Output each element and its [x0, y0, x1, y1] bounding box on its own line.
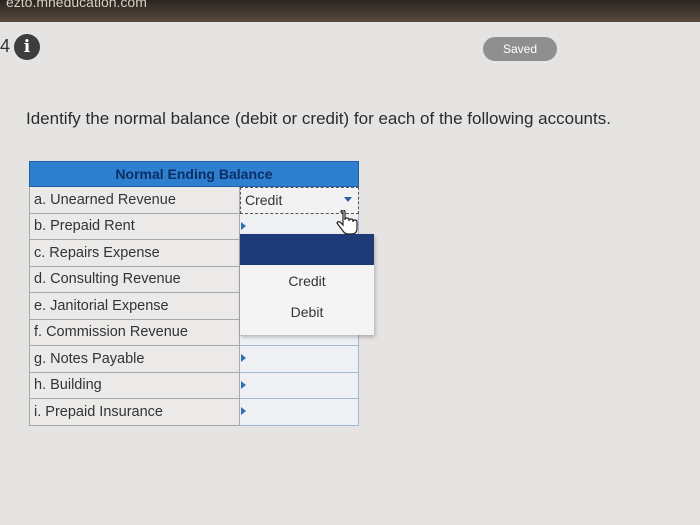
- saved-status-badge: Saved: [483, 37, 557, 61]
- question-instruction: Identify the normal balance (debit or cr…: [26, 109, 611, 128]
- select-arrow-icon: [241, 407, 246, 415]
- account-label: b. Prepaid Rent: [29, 213, 240, 240]
- hand-cursor-icon: [336, 210, 358, 235]
- balance-select-h[interactable]: [240, 372, 359, 399]
- dropdown-option-debit[interactable]: Debit: [240, 296, 374, 327]
- info-icon[interactable]: i: [14, 34, 40, 60]
- selected-value: Credit: [245, 192, 283, 209]
- table-header: Normal Ending Balance: [29, 161, 359, 187]
- account-label: h. Building: [29, 372, 240, 399]
- browser-top-edge: ezto.mheducation.com: [0, 0, 700, 22]
- select-arrow-icon: [241, 221, 246, 230]
- table-row: g. Notes Payable: [29, 346, 359, 373]
- balance-select-g[interactable]: [240, 346, 359, 373]
- select-arrow-icon: [241, 380, 246, 389]
- balance-select-i[interactable]: [240, 399, 359, 426]
- account-label: f. Commission Revenue: [29, 319, 240, 346]
- url-text: ezto.mheducation.com: [6, 0, 147, 10]
- table-row: h. Building: [29, 372, 359, 399]
- dropdown-option-blank[interactable]: [240, 234, 374, 265]
- account-label: e. Janitorial Expense: [29, 293, 240, 320]
- account-label: g. Notes Payable: [29, 346, 240, 373]
- chevron-down-icon[interactable]: [344, 197, 352, 202]
- account-label: a. Unearned Revenue: [29, 187, 240, 214]
- account-label: i. Prepaid Insurance: [29, 399, 240, 426]
- question-number: 4: [0, 36, 11, 56]
- account-label: d. Consulting Revenue: [29, 266, 240, 293]
- table-row: a. Unearned Revenue Credit: [29, 187, 359, 214]
- balance-dropdown-menu: Credit Debit: [240, 234, 374, 335]
- account-label: c. Repairs Expense: [29, 240, 240, 267]
- table-row: i. Prepaid Insurance: [29, 399, 359, 426]
- dropdown-option-credit[interactable]: Credit: [240, 265, 374, 296]
- select-arrow-icon: [241, 354, 246, 362]
